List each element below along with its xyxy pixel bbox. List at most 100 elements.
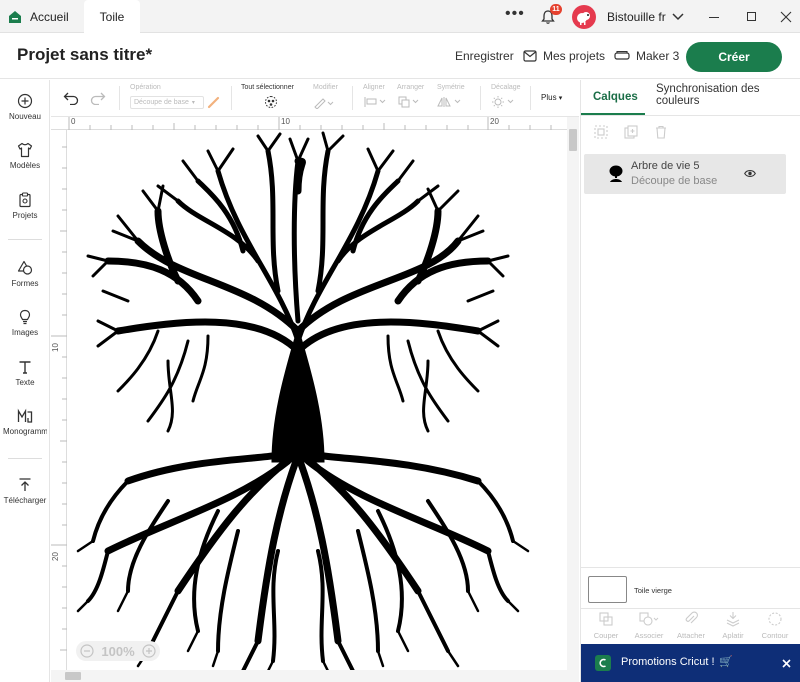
- save-button[interactable]: Enregistrer: [455, 33, 514, 79]
- horizontal-scrollbar[interactable]: [51, 670, 567, 682]
- cricut-home-icon: [9, 10, 21, 23]
- attach-label: Attacher: [677, 631, 705, 640]
- toolbar-divider: [119, 86, 120, 110]
- sidebar-item-new[interactable]: Nouveau: [0, 93, 50, 121]
- layer-name: Arbre de vie 5: [631, 160, 700, 172]
- duplicate-icon[interactable]: [623, 124, 639, 140]
- left-sidebar: Nouveau Modèles Projets Formes Images Te…: [0, 80, 50, 682]
- tab-canvas[interactable]: Toile: [84, 0, 140, 33]
- sidebar-item-upload[interactable]: Télécharger: [0, 477, 50, 505]
- chevron-down-icon: [672, 12, 684, 20]
- contour-label: Contour: [761, 631, 789, 640]
- symmetry-icon[interactable]: [437, 96, 463, 108]
- sidebar-item-images[interactable]: Images: [0, 309, 50, 337]
- eye-icon[interactable]: [744, 169, 756, 178]
- text-icon: [19, 361, 31, 374]
- create-button[interactable]: Créer: [686, 42, 782, 72]
- ruler-label: 20: [51, 552, 60, 561]
- minimize-button[interactable]: [706, 10, 722, 24]
- zoom-control: 100%: [76, 641, 160, 661]
- page-title[interactable]: Projet sans titre*: [17, 45, 152, 65]
- attach-button[interactable]: Attacher: [673, 611, 709, 640]
- sidebar-item-text[interactable]: Texte: [0, 359, 50, 387]
- slice-button[interactable]: Couper: [588, 611, 624, 640]
- tab-home[interactable]: Accueil: [8, 0, 84, 33]
- arrange-icon[interactable]: [397, 96, 421, 108]
- save-label: Enregistrer: [455, 49, 514, 63]
- sidebar-item-projects[interactable]: Projets: [0, 192, 50, 220]
- notifications-button[interactable]: 11: [540, 4, 562, 27]
- align-icon[interactable]: [363, 96, 387, 108]
- shirt-icon: [17, 142, 33, 158]
- promo-banner[interactable]: Promotions Cricut ! 🛒: [581, 644, 800, 682]
- color-pen-icon[interactable]: [207, 95, 221, 109]
- toolbar-divider: [480, 86, 481, 110]
- ruler-horizontal: 0 10 20: [51, 117, 571, 130]
- notification-badge: 11: [550, 4, 562, 15]
- ruler-label: 20: [490, 117, 499, 126]
- tree-of-life-image[interactable]: [68, 131, 567, 671]
- blank-canvas-swatch[interactable]: [588, 576, 627, 603]
- select-all-label: Tout sélectionner: [241, 84, 294, 91]
- undo-icon[interactable]: [63, 91, 79, 105]
- toolbar-divider: [530, 86, 531, 110]
- caret-down-icon: ▾: [191, 100, 195, 106]
- select-all-icon[interactable]: [264, 95, 278, 109]
- ruler-ticks: [51, 146, 67, 651]
- close-icon[interactable]: [782, 659, 791, 668]
- offset-label: Décalage: [491, 84, 521, 91]
- close-window-button[interactable]: [778, 10, 794, 24]
- sidebar-label-monogram: Monogramme: [3, 427, 47, 436]
- sidebar-item-templates[interactable]: Modèles: [0, 142, 50, 170]
- user-menu[interactable]: Bistouille fr: [607, 0, 684, 33]
- sidebar-item-shapes[interactable]: Formes: [0, 260, 50, 288]
- tab-layers[interactable]: Calques: [593, 91, 638, 103]
- tab-color-sync-line2: couleurs: [656, 95, 700, 107]
- more-button[interactable]: Plus ▾: [541, 93, 562, 102]
- design-canvas[interactable]: [68, 131, 567, 671]
- layer-item[interactable]: Arbre de vie 5 Découpe de base: [584, 154, 786, 194]
- project-header: Projet sans titre* Enregistrer Mes proje…: [0, 33, 800, 79]
- trash-icon[interactable]: [653, 124, 669, 140]
- tab-home-label: Accueil: [30, 9, 69, 24]
- slice-icon: [599, 612, 613, 626]
- ruler-vertical: 10 20: [51, 130, 67, 670]
- group-icon[interactable]: [593, 124, 609, 140]
- my-projects-button[interactable]: Mes projets: [523, 33, 605, 79]
- sidebar-label-images: Images: [11, 328, 39, 337]
- redo-icon[interactable]: [90, 91, 106, 105]
- avatar[interactable]: [572, 5, 596, 29]
- maximize-button[interactable]: [744, 10, 760, 24]
- vertical-scrollbar[interactable]: [567, 117, 579, 682]
- edit-toolbar: Opération Découpe de base ▾ Tout sélecti…: [51, 80, 579, 117]
- promo-text: Promotions Cricut !: [621, 656, 715, 668]
- edit-label: Modifier: [313, 84, 338, 91]
- zoom-level: 100%: [101, 643, 135, 659]
- machine-icon: [614, 50, 630, 60]
- flatten-label: Aplatir: [722, 631, 744, 640]
- tab-color-sync[interactable]: Synchronisation des couleurs: [656, 83, 786, 107]
- sidebar-label-templates: Modèles: [9, 161, 41, 170]
- machine-label: Maker 3: [636, 49, 680, 63]
- operation-select[interactable]: Découpe de base ▾: [130, 96, 204, 109]
- contour-button[interactable]: Contour: [757, 611, 793, 640]
- sidebar-item-monogram[interactable]: Monogramme: [0, 408, 50, 436]
- edit-icon[interactable]: [313, 95, 335, 109]
- panel-divider: [581, 115, 800, 116]
- scroll-thumb[interactable]: [569, 129, 577, 151]
- sidebar-label-text: Texte: [15, 378, 35, 387]
- scroll-thumb[interactable]: [65, 672, 81, 680]
- avatar-sheep-icon: [577, 12, 590, 25]
- cricut-logo-icon: [595, 655, 611, 671]
- zoom-out-icon[interactable]: [80, 644, 94, 658]
- combine-button[interactable]: Associer: [631, 611, 667, 640]
- offset-icon[interactable]: [491, 95, 515, 109]
- machine-selector[interactable]: Maker 3: [614, 33, 679, 79]
- zoom-in-icon[interactable]: [142, 644, 156, 658]
- more-options-icon[interactable]: •••: [505, 6, 524, 24]
- shapes-icon: [17, 260, 33, 275]
- combine-label: Associer: [634, 631, 664, 640]
- slice-label: Couper: [593, 631, 619, 640]
- arrange-label: Arranger: [397, 84, 425, 91]
- flatten-button[interactable]: Aplatir: [715, 611, 751, 640]
